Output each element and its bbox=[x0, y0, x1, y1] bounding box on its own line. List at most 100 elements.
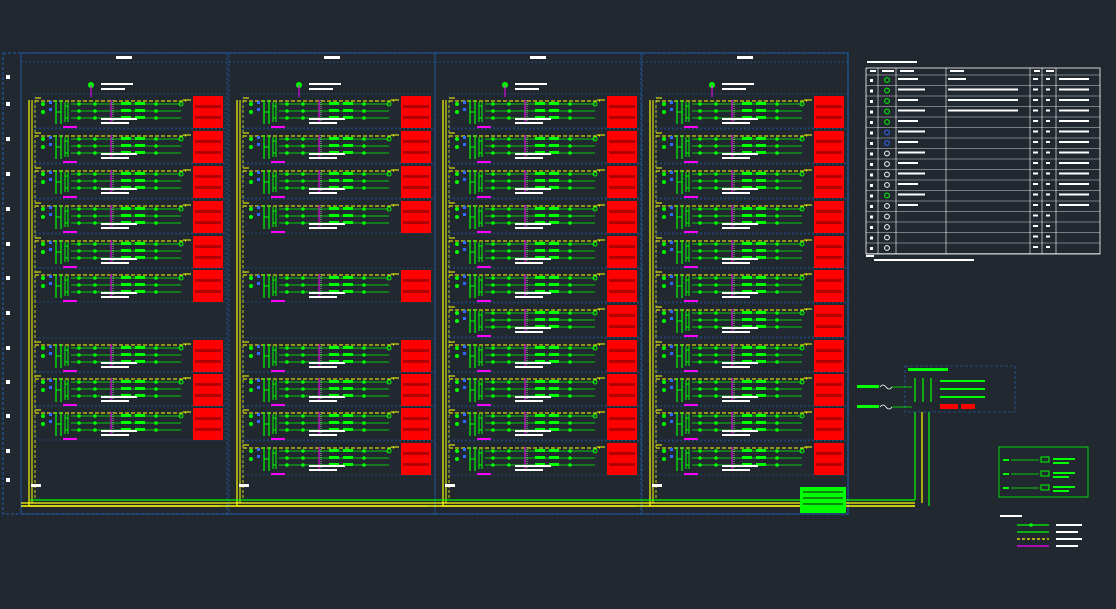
branch-node bbox=[285, 172, 289, 176]
device-slot bbox=[816, 325, 842, 328]
relay-label bbox=[742, 414, 752, 417]
branch-node bbox=[507, 116, 511, 120]
branch-node bbox=[714, 421, 718, 425]
legend-symbol bbox=[884, 150, 890, 157]
branch-node bbox=[507, 242, 511, 246]
cable-tag bbox=[271, 161, 285, 163]
device-block bbox=[814, 270, 844, 302]
circuit-label-bar bbox=[515, 153, 551, 155]
relay-label bbox=[535, 109, 545, 112]
relay-label bbox=[549, 276, 559, 279]
device-slot bbox=[195, 221, 221, 224]
legend-symbol bbox=[884, 161, 890, 167]
branch-node bbox=[362, 276, 366, 280]
circuit-label-bar bbox=[515, 262, 543, 264]
branch-node bbox=[93, 380, 97, 384]
relay-label bbox=[549, 421, 559, 424]
relay-label bbox=[535, 102, 545, 105]
legend-qty-bar bbox=[1033, 88, 1038, 91]
mini-panel-text-bar bbox=[940, 388, 985, 390]
circuit-label-bar bbox=[515, 192, 543, 194]
relay-label bbox=[121, 144, 131, 147]
circuit-label-bar bbox=[722, 292, 758, 294]
device-slot bbox=[816, 394, 842, 397]
branch-node bbox=[491, 428, 495, 432]
branch-node bbox=[491, 151, 495, 155]
relay-label bbox=[549, 318, 559, 321]
branch-node bbox=[491, 318, 495, 322]
breaker-node bbox=[41, 284, 45, 288]
device-block bbox=[814, 131, 844, 163]
circuit-label-bar bbox=[101, 400, 129, 402]
breaker-node bbox=[455, 242, 459, 246]
branch-node bbox=[507, 256, 511, 260]
device-slot bbox=[195, 140, 221, 143]
relay-label bbox=[756, 353, 766, 356]
branch-node bbox=[507, 276, 511, 280]
relay-label bbox=[756, 242, 766, 245]
branch-node bbox=[714, 380, 718, 384]
device-block bbox=[607, 236, 637, 268]
circuit-label-bar bbox=[515, 400, 543, 402]
breaker-node bbox=[41, 422, 45, 426]
circuit-label-bar bbox=[515, 434, 543, 436]
circuit-label-bar bbox=[309, 153, 345, 155]
device-slot bbox=[816, 360, 842, 363]
branch-node bbox=[775, 207, 779, 211]
branch-node bbox=[491, 276, 495, 280]
terminal-block bbox=[670, 317, 673, 320]
relay-label bbox=[121, 276, 131, 279]
branch-node bbox=[285, 394, 289, 398]
terminal-block bbox=[49, 101, 52, 104]
legend-qty-bar bbox=[1033, 172, 1038, 175]
branch-node bbox=[568, 283, 572, 287]
cable-tag bbox=[63, 438, 77, 440]
relay-label bbox=[329, 214, 339, 217]
relay-label bbox=[549, 449, 559, 452]
legend-remark-bar bbox=[1059, 204, 1089, 206]
branch-node bbox=[285, 221, 289, 225]
branch-node bbox=[507, 151, 511, 155]
cable-tag bbox=[684, 438, 698, 440]
breaker-node bbox=[41, 180, 45, 184]
branch-node bbox=[285, 421, 289, 425]
line-legend-text-bar bbox=[1056, 545, 1078, 547]
device-slot bbox=[403, 151, 429, 154]
terminal-block bbox=[463, 420, 466, 423]
breaker-node bbox=[249, 414, 253, 418]
terminal-block bbox=[49, 143, 52, 146]
legend-remark-bar bbox=[1059, 109, 1089, 112]
relay-label bbox=[121, 102, 131, 105]
legend-table-title-bar bbox=[867, 61, 917, 63]
cable-tag bbox=[271, 231, 285, 233]
branch-node bbox=[77, 242, 81, 246]
device-slot bbox=[816, 221, 842, 224]
branch-node bbox=[362, 137, 366, 141]
relay-label bbox=[329, 387, 339, 390]
breaker-node bbox=[662, 250, 666, 254]
circuit-label-bar bbox=[309, 469, 337, 471]
circuit-label-bar bbox=[515, 362, 551, 364]
legend-row-index bbox=[870, 173, 873, 177]
legend-remark-bar bbox=[1059, 162, 1089, 164]
legend-unit-bar bbox=[1046, 99, 1050, 101]
terminal-block bbox=[463, 345, 466, 348]
legend-table-header-bar bbox=[950, 70, 964, 72]
branch-node bbox=[93, 353, 97, 357]
branch-node bbox=[362, 456, 366, 460]
terminal-block bbox=[49, 108, 52, 111]
circuit-label-bar bbox=[722, 227, 750, 229]
branch-node bbox=[93, 207, 97, 211]
branch-node bbox=[362, 353, 366, 357]
relay-label bbox=[343, 449, 353, 452]
circuit-label-bar bbox=[309, 157, 337, 159]
branch-node bbox=[154, 179, 158, 183]
relay-label bbox=[343, 179, 353, 182]
branch-node bbox=[507, 360, 511, 364]
circuit-label-bar bbox=[722, 296, 750, 298]
relay-label bbox=[343, 387, 353, 390]
branch-node bbox=[491, 360, 495, 364]
device-slot bbox=[816, 463, 842, 466]
branch-node bbox=[93, 186, 97, 190]
main-panel-block bbox=[800, 487, 846, 513]
